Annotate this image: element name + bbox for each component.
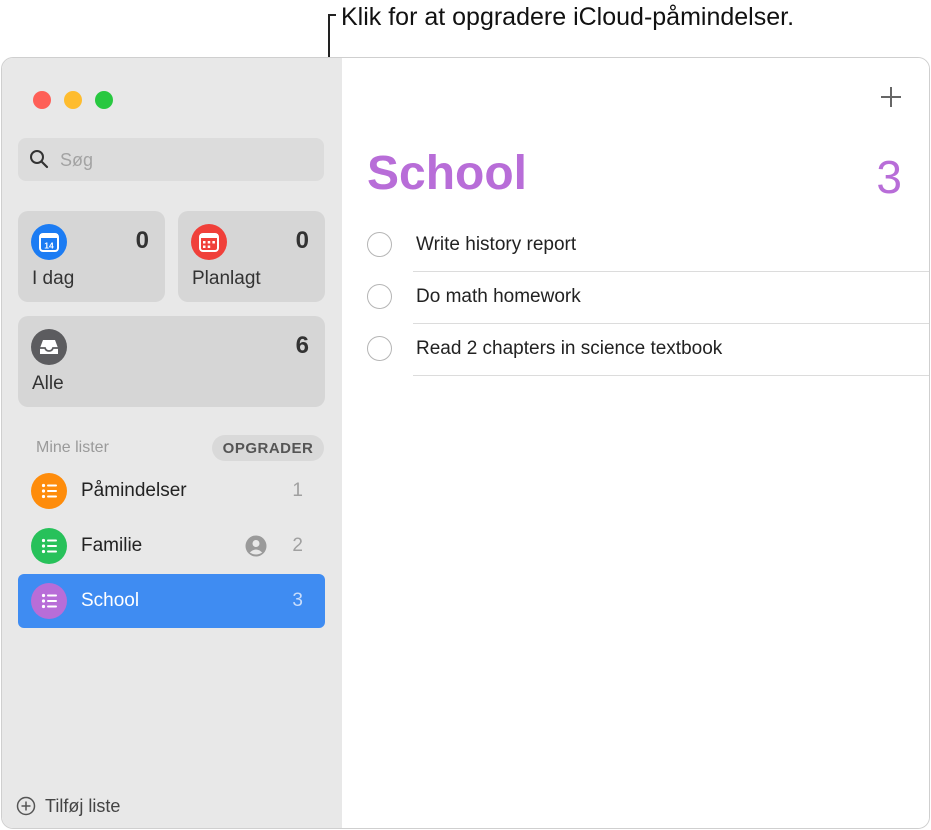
callout-text: Klik for at opgradere iCloud-påmindelser… [341,3,795,31]
reminder-title[interactable]: Do math homework [416,272,581,322]
search-input[interactable] [58,138,312,183]
reminder-title[interactable]: Write history report [416,220,576,270]
complete-checkbox[interactable] [367,336,392,361]
shared-person-icon [245,535,267,557]
calendar-scheduled-icon [191,224,227,260]
complete-checkbox[interactable] [367,232,392,257]
reminder-row: Do math homework [367,272,929,324]
close-window-button[interactable] [33,91,51,109]
add-list-button[interactable]: Tilføj liste [16,793,120,819]
complete-checkbox[interactable] [367,284,392,309]
upgrade-button[interactable]: OPGRADER [212,435,324,461]
add-list-label: Tilføj liste [45,795,121,816]
my-lists-heading: Mine lister [36,439,109,456]
sidebar-list-school[interactable]: School 3 [18,574,325,628]
smart-list-scheduled[interactable]: 0 Planlagt [178,211,325,302]
list-count: 3 [292,590,303,611]
search-icon [30,150,49,169]
calendar-day-number: 14 [44,241,54,251]
reminder-row: Write history report [367,220,929,272]
list-count: 1 [292,480,303,501]
smart-list-today[interactable]: 14 0 I dag [18,211,165,302]
page: Klik for at opgradere iCloud-påmindelser… [0,0,931,830]
list-bullets-icon [31,583,67,619]
minimize-window-button[interactable] [64,91,82,109]
smart-list-count: 0 [135,227,149,254]
list-title: School [367,147,528,200]
list-name: Familie [81,535,143,556]
calendar-today-icon: 14 [31,224,67,260]
sidebar-list-familie[interactable]: Familie 2 [18,519,325,573]
list-total-count: 3 [876,151,902,203]
zoom-window-button[interactable] [95,91,113,109]
add-reminder-button[interactable] [879,85,903,109]
reminders-content: School 3 Write history report Do math ho… [342,58,929,828]
smart-list-label: Planlagt [192,268,261,289]
tray-icon [31,329,67,365]
list-bullets-icon [31,473,67,509]
smart-list-all[interactable]: 6 Alle [18,316,325,407]
list-bullets-icon [31,528,67,564]
list-count: 2 [292,535,303,556]
sidebar: 14 0 I dag [2,58,342,828]
list-name: School [81,590,140,611]
smart-list-count: 6 [295,332,309,359]
add-circle-icon [16,796,36,816]
row-divider [413,375,929,376]
smart-list-count: 0 [295,227,309,254]
smart-list-label: I dag [32,268,75,289]
smart-list-label: Alle [32,373,64,394]
reminders-window: 14 0 I dag [1,57,930,829]
reminder-row: Read 2 chapters in science textbook [367,324,929,376]
sidebar-list-pamindelser[interactable]: Påmindelser 1 [18,464,325,518]
search-field[interactable] [18,138,324,183]
reminder-title[interactable]: Read 2 chapters in science textbook [416,324,722,374]
list-name: Påmindelser [81,480,187,501]
